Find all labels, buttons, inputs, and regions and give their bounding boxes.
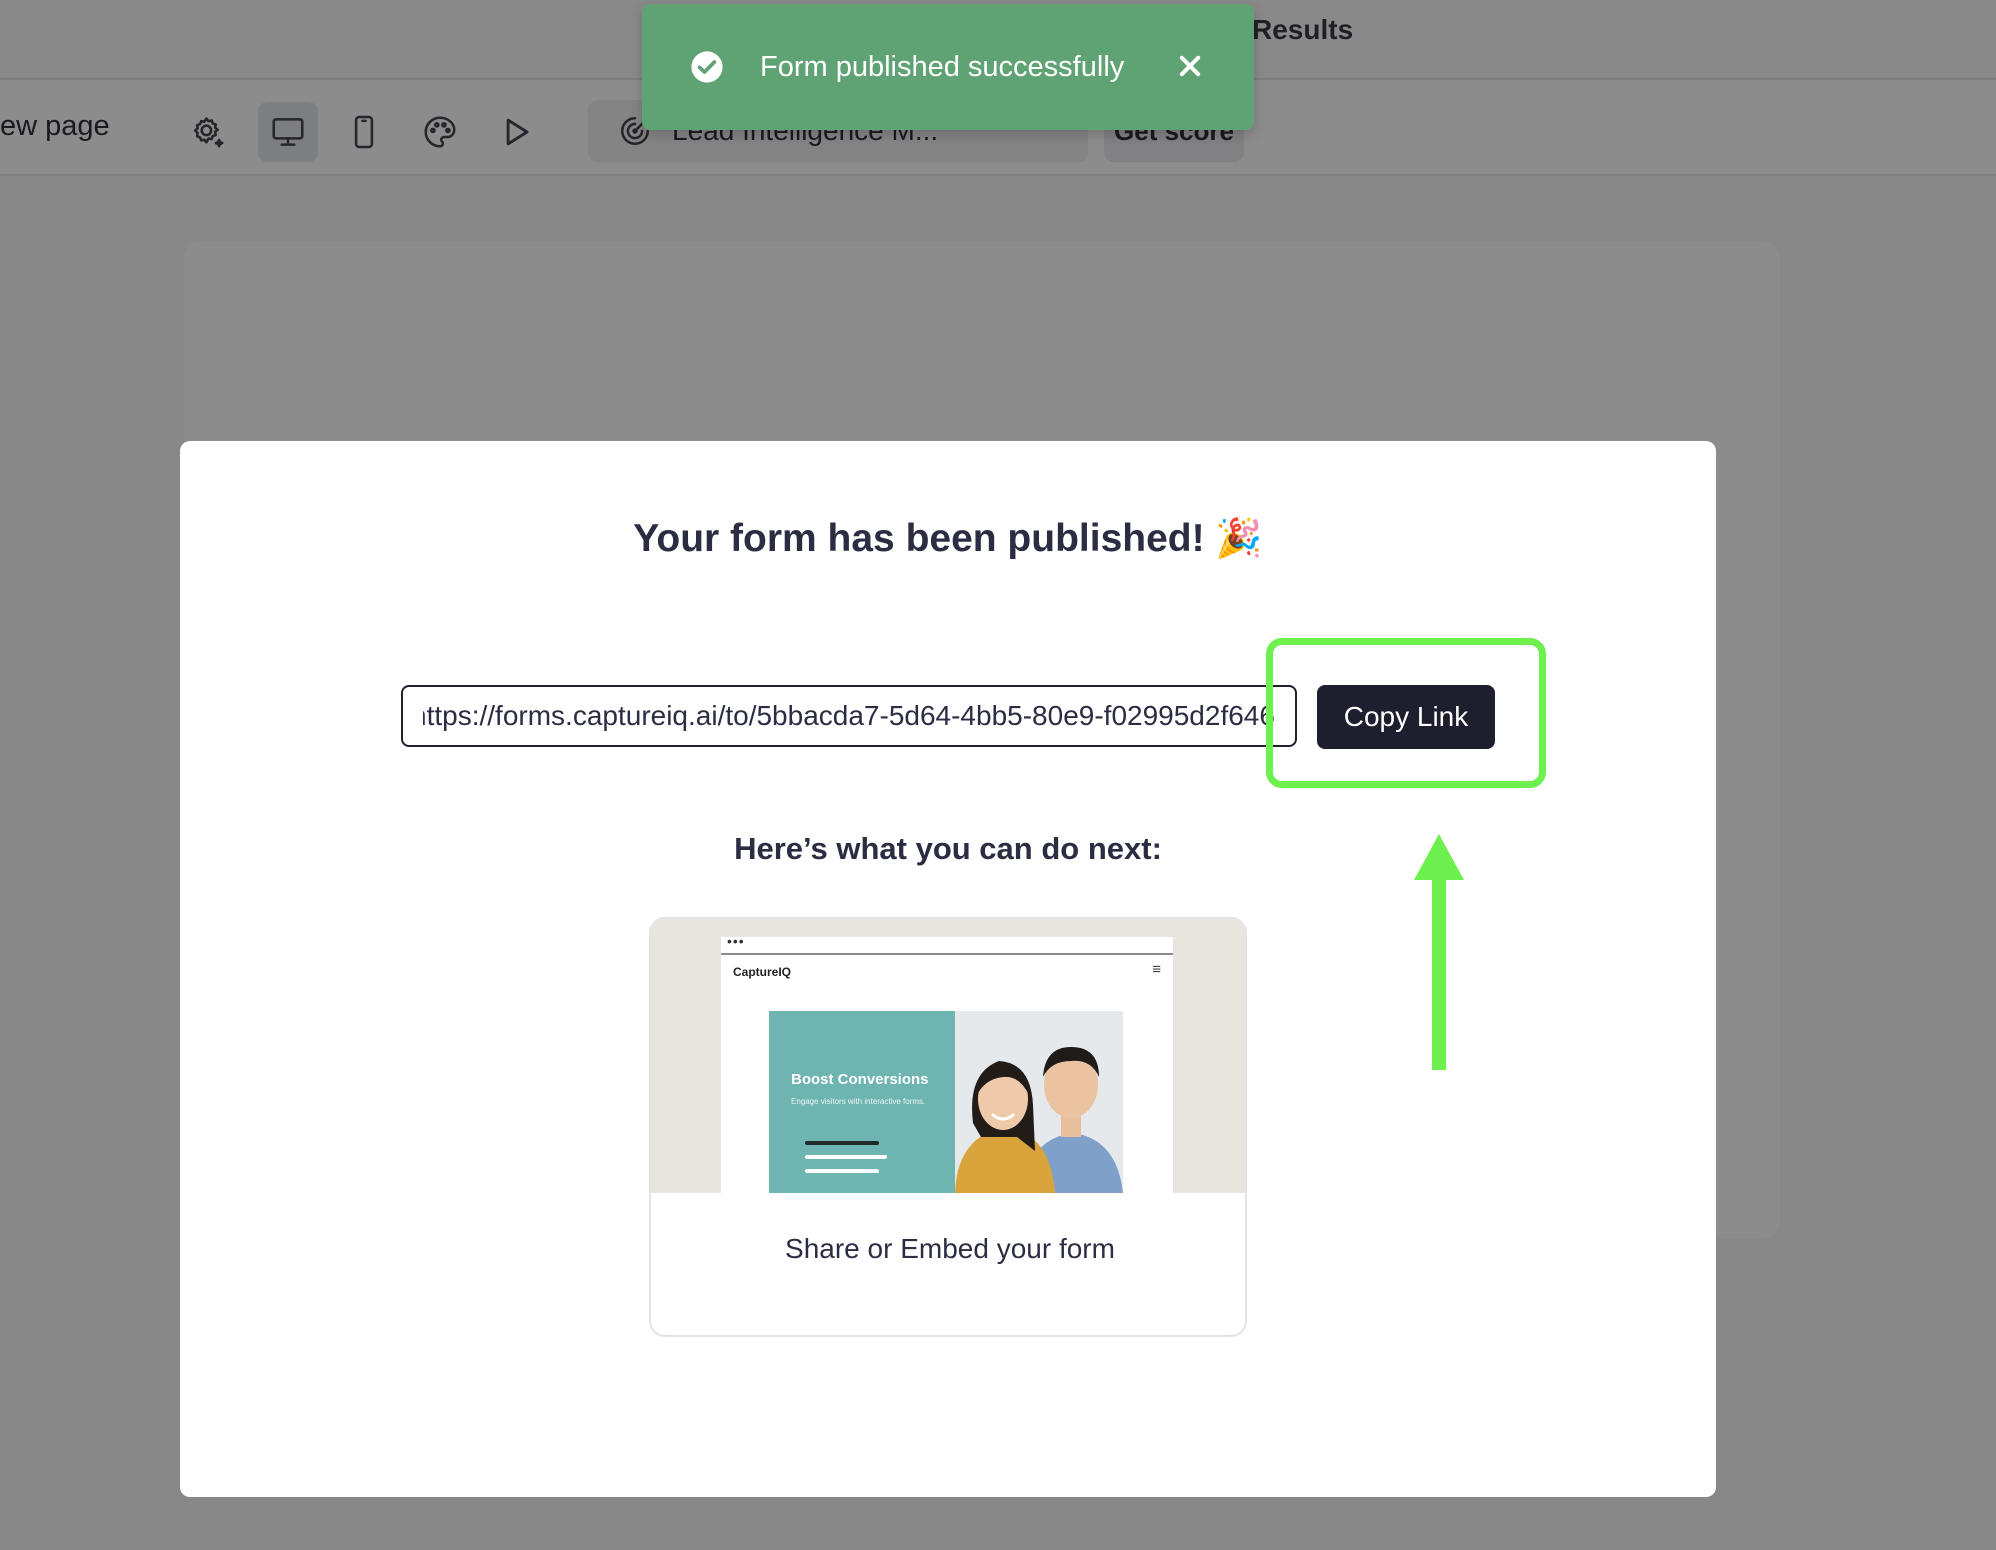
arrow-up-icon [1414,834,1464,1070]
mock-browser-window: ••• CaptureIQ ≡ Boost Conversions Engage… [721,933,1173,1193]
share-embed-card[interactable]: ••• CaptureIQ ≡ Boost Conversions Engage… [649,917,1247,1337]
copy-link-highlight [1266,638,1546,788]
mock-brand-logo: CaptureIQ [733,965,792,979]
mock-people-photo [955,1011,1123,1193]
mock-line [805,1141,879,1145]
mock-hero-subtitle: Engage visitors with interactive forms. [791,1097,926,1106]
publish-success-modal: Your form has been published! 🎉 Copy Lin… [180,441,1716,1497]
mock-window-dots: ••• [727,933,745,949]
party-popper-icon: 🎉 [1215,518,1263,560]
card-caption: Share or Embed your form [785,1233,1115,1264]
mock-line [805,1169,879,1173]
card-preview-image: ••• CaptureIQ ≡ Boost Conversions Engage… [651,919,1245,1193]
toast-close-button[interactable] [1174,50,1206,82]
mock-line [805,1155,887,1159]
mock-browser-bar: ••• [721,933,1173,955]
mock-hero-title: Boost Conversions [791,1071,929,1088]
modal-title-text: Your form has been published! [633,517,1205,560]
toast-message: Form published successfully [760,50,1125,83]
mock-hero-panel: Boost Conversions Engage visitors with i… [769,1011,955,1193]
close-icon [1179,55,1201,77]
next-steps-heading: Here’s what you can do next: [734,831,1162,866]
modal-title: Your form has been published! 🎉 [180,517,1716,561]
check-circle-icon [691,51,723,83]
hamburger-menu-icon: ≡ [1152,961,1161,978]
form-link-input[interactable] [401,685,1297,747]
success-toast: Form published successfully [642,4,1254,130]
